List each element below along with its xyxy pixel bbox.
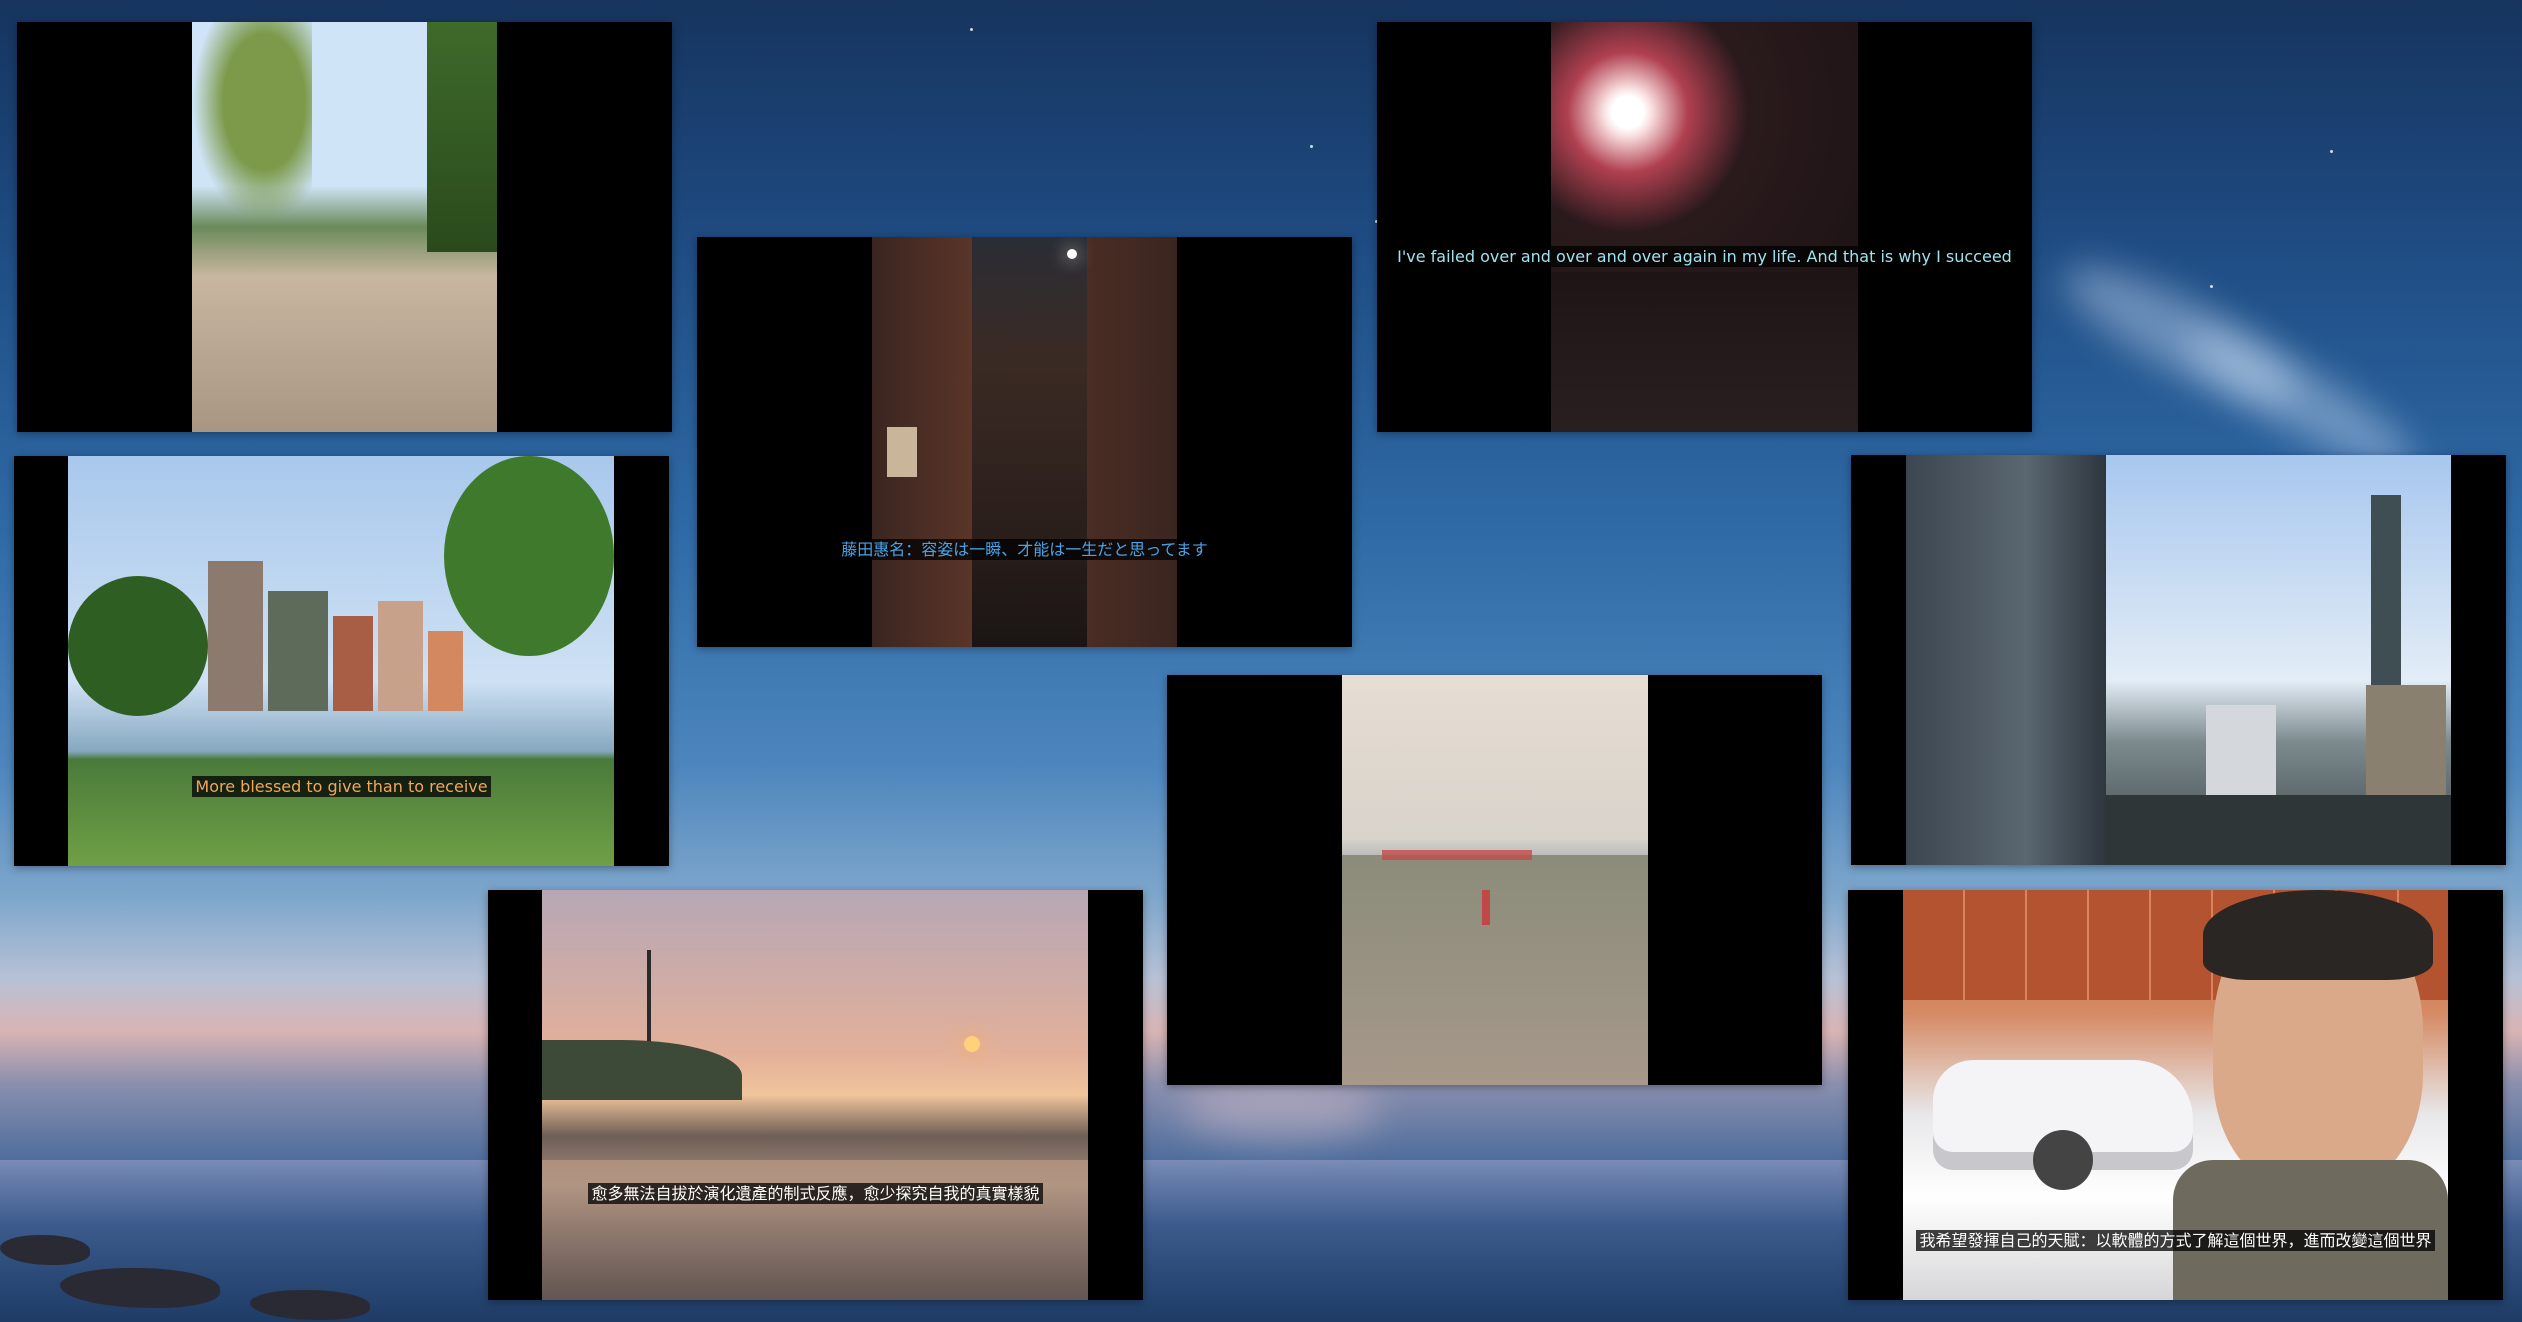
photo-tile-brick-alley: 藤田惠名：容姿は一瞬、才能は一生だと思ってます <box>697 237 1352 647</box>
night-street-photo <box>1551 22 1858 432</box>
photo-caption: I've failed over and over and over again… <box>1377 246 2032 268</box>
photo-tile-taipei101 <box>1851 455 2506 865</box>
brick-alley-photo <box>872 237 1177 647</box>
taipei101-photo <box>1906 455 2451 865</box>
photo-tile-park-skyline: More blessed to give than to receive <box>14 456 669 866</box>
photo-caption: More blessed to give than to receive <box>14 776 669 798</box>
photo-tile-car-show-selfie: 我希望發揮自己的天賦：以軟體的方式了解這個世界，進而改變這個世界 <box>1848 890 2503 1300</box>
park-skyline-photo <box>68 456 614 866</box>
photo-caption: 我希望發揮自己的天賦：以軟體的方式了解這個世界，進而改變這個世界 <box>1848 1230 2503 1252</box>
photo-tile-night-street: I've failed over and over and over again… <box>1377 22 2032 432</box>
photo-tile-windmill-sunset: 愈多無法自拔於演化遺產的制式反應，愈少探究自我的真實樣貌 <box>488 890 1143 1300</box>
windmill-sunset-photo <box>542 890 1088 1300</box>
photo-caption: 藤田惠名：容姿は一瞬、才能は一生だと思ってます <box>697 539 1352 561</box>
willow-path-photo <box>192 22 497 432</box>
beach-path-photo <box>1342 675 1648 1085</box>
photo-caption: 愈多無法自拔於演化遺產的制式反應，愈少探究自我的真實樣貌 <box>488 1183 1143 1205</box>
photo-tile-willow-path <box>17 22 672 432</box>
photo-tile-beach-path <box>1167 675 1822 1085</box>
